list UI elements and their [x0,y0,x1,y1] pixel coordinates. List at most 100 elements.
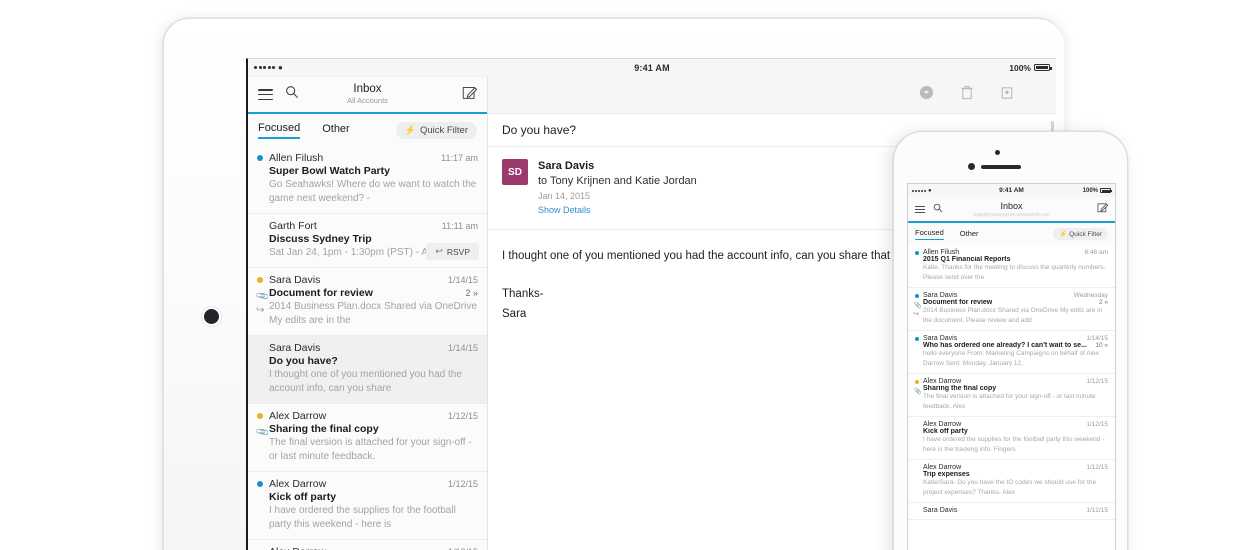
mail-item-subject-row: Sharing the final copy [257,423,478,435]
tablet-home-button[interactable] [204,309,219,324]
mail-item-header: Sara Davis Wednesday [915,292,1108,299]
unread-dot-icon [257,155,263,161]
mail-item-preview: I have ordered the supplies for the foot… [269,505,456,530]
mail-item-sender: Sara Davis [923,292,958,299]
mail-list-item[interactable]: Alex Darrow1/12/15Who has ordered one al… [248,540,487,550]
mail-item-subject: 2015 Q1 Financial Reports [923,256,1011,263]
mail-list-item[interactable]: Alex Darrow 1/12/15 Kick off party I have o… [248,472,487,540]
phone-status-bar: ● 9:41 AM 100% [908,184,1115,197]
unread-dot-icon [257,223,263,229]
mail-list-item[interactable]: 📎 Alex Darrow 1/12/15 Sharing the final cop… [248,404,487,472]
unread-dot-icon [915,293,919,298]
mail-item-subject: Document for review [269,287,373,299]
compose-icon[interactable] [462,85,478,105]
mail-item-header: Alex Darrow1/12/15 [257,546,478,550]
quick-filter-button[interactable]: ⚡ Quick Filter [395,121,477,139]
mail-item-preview: I thought one of you mentioned you had t… [269,369,462,394]
delete-icon[interactable] [960,85,974,105]
mail-item-sender: Alex Darrow [269,410,327,422]
rsvp-button[interactable]: ↩ RSVP [426,243,479,260]
tablet-clock: 9:41 AM [634,62,670,73]
unread-dot-icon [915,423,919,427]
attachment-icon: 📎 [254,424,270,440]
account-subtitle: All Accounts [347,96,388,105]
mail-item-preview: 2014 Business Plan.docx Shared via OneDr… [923,307,1103,324]
email-meta: Sara Davis to Tony Krijnen and Katie Jor… [538,159,697,217]
mail-item-header: Alex Darrow1/12/15 [915,421,1108,428]
unread-dot-icon [915,336,919,341]
mail-list-toolbar: Inbox All Accounts [248,77,487,114]
mail-item-header: Sara Davis 1/12/15 [915,507,1108,514]
reading-pane-toolbar [488,77,1056,114]
mail-item-subject: Kick off party [923,428,968,435]
mail-item-count: 2 » [1098,299,1108,306]
mail-item-subject: Discuss Sydney Trip [269,233,372,245]
mail-list[interactable]: Allen Filush 11:17 am Super Bowl Watch Par… [248,146,487,550]
mail-item-subject-row: Document for review 2 » [915,299,1108,306]
bolt-icon: ⚡ [404,124,416,135]
mail-item-preview: Go Seahawks! Where do we want to watch t… [269,179,477,204]
mail-item-date: 1/12/15 [1086,421,1108,428]
mail-item-subject: Trip expenses [923,471,970,478]
mail-list[interactable]: Allen Filush 8:46 am 2015 Q1 Financial Rep… [908,245,1115,520]
search-icon[interactable] [285,85,299,104]
mail-list-item[interactable]: Garth Fort 11:11 am Discuss Sydney Trip Sat… [248,214,487,268]
mail-list-item[interactable]: Sara Davis 1/12/15 [908,503,1115,520]
mail-list-item[interactable]: Sara Davis 1/14/15 Do you have? I thought o… [248,336,487,404]
tab-focused[interactable]: Focused [915,228,944,240]
tab-focused[interactable]: Focused [258,122,301,139]
email-recipients: to Tony Krijnen and Katie Jordan [538,175,697,187]
phone-toolbar: Inbox katie@contosopress.onmicrosoft.com [908,197,1115,223]
mail-item-subject-row: Document for review 2 » [257,287,478,299]
unread-dot-icon [257,345,263,351]
mail-item-date: 11:17 am [441,153,478,163]
mail-item-header: Allen Filush 11:17 am [257,152,478,164]
mail-list-item[interactable]: Sara Davis 1/14/15 Who has ordered one alr… [908,331,1115,374]
mail-list-item[interactable]: Allen Filush 8:46 am 2015 Q1 Financial Rep… [908,245,1115,288]
phone-clock: 9:41 AM [999,187,1024,194]
mail-item-count: 2 » [465,288,478,298]
archive-icon[interactable] [1000,85,1014,105]
forwarded-icon: ↪ [256,305,265,316]
mail-item-sender: Alex Darrow [923,378,962,385]
mail-item-date: 1/12/15 [1086,464,1108,471]
tab-other[interactable]: Other [322,123,350,138]
mail-item-count: 10 » [1095,342,1108,349]
mail-item-preview: Katie, Thanks for the meeting to discuss… [923,264,1106,281]
mail-item-subject-row: 2015 Q1 Financial Reports [915,256,1108,263]
mail-item-subject: Sharing the final copy [923,385,997,392]
mail-list-item[interactable]: Alex Darrow 1/12/15 Kick off party I have o… [908,417,1115,460]
mail-list-item[interactable]: 📎 Alex Darrow 1/12/15 Sharing the final cop… [908,374,1115,417]
flag-icon[interactable] [919,85,934,105]
mail-list-item[interactable]: 📎 ↪ Sara Davis Wednesday Document for review… [908,288,1115,331]
mail-item-subject-row: Super Bowl Watch Party [257,165,478,177]
search-icon[interactable] [933,200,943,218]
phone-screen: ● 9:41 AM 100% Inbox katie@contosopress.… [907,183,1116,550]
battery-icon [1100,188,1112,193]
unread-dot-icon [915,250,919,255]
mail-item-date: 1/14/15 [447,275,478,285]
show-details-link[interactable]: Show Details [538,203,697,217]
phone-speaker-grille [981,165,1021,169]
mail-item-header: Sara Davis 1/14/15 [257,342,478,354]
mail-item-date: 8:46 am [1084,249,1109,256]
mail-list-item[interactable]: Allen Filush 11:17 am Super Bowl Watch Par… [248,146,487,214]
tab-other[interactable]: Other [960,229,979,240]
hamburger-icon[interactable] [915,205,925,213]
mail-item-header: Garth Fort 11:11 am [257,220,478,232]
quick-filter-button[interactable]: ⚡ Quick Filter [1053,228,1108,240]
mail-item-sender: Allen Filush [923,249,960,256]
hamburger-icon[interactable] [258,89,273,100]
mail-item-date: 1/12/15 [447,411,478,421]
mail-item-preview: The final version is attached for your s… [269,437,472,462]
mail-item-subject: Who has ordered one already? I can't wai… [923,342,1087,349]
mail-item-subject: Sharing the final copy [269,423,379,435]
mail-item-preview: 2014 Business Plan.docx Shared via OneDr… [269,301,477,326]
mail-list-item[interactable]: 📎 ↪ Sara Davis 1/14/15 Document for review 2 … [248,268,487,336]
mail-item-subject-row: Sharing the final copy [915,385,1108,392]
email-date: Jan 14, 2015 [538,191,591,201]
mail-list-item[interactable]: Alex Darrow 1/12/15 Trip expenses Katie/Sar… [908,460,1115,503]
compose-icon[interactable] [1097,200,1109,218]
phone-device: ● 9:41 AM 100% Inbox katie@contosopress.… [893,131,1128,550]
mail-item-subject-row: Trip expenses [915,471,1108,478]
